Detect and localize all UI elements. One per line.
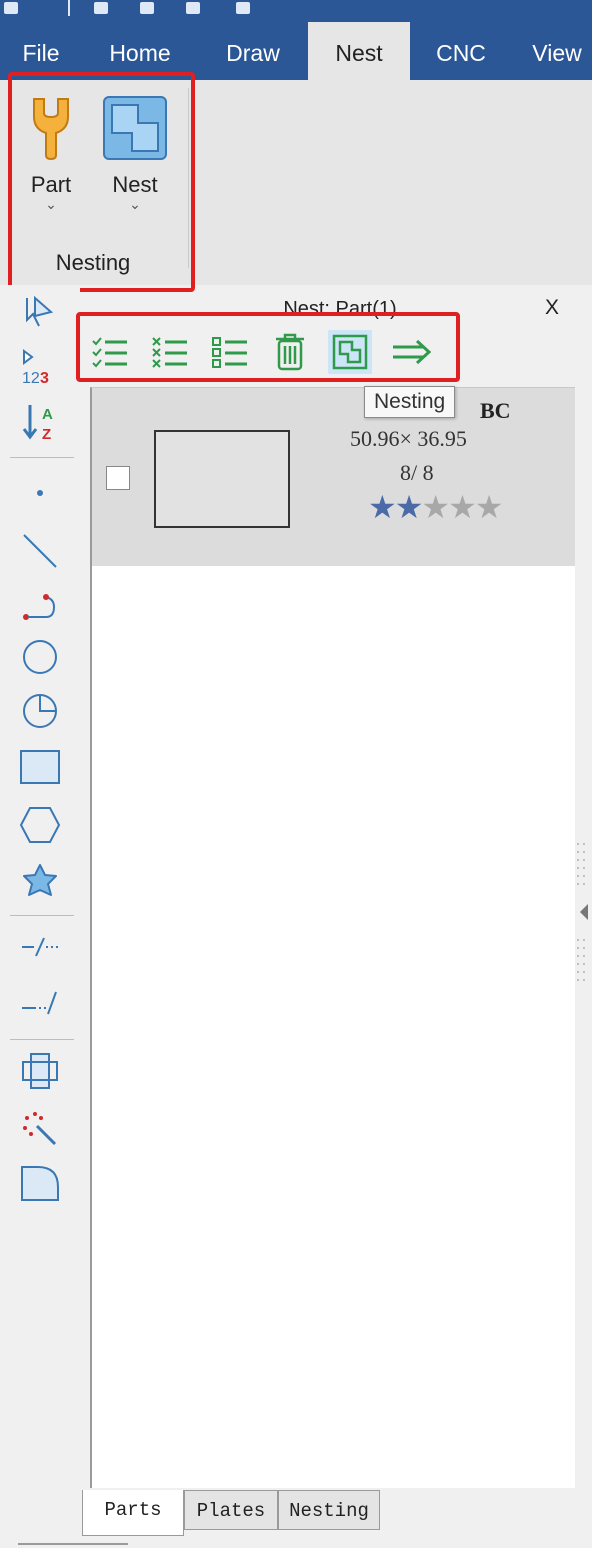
tab-view[interactable]: View [522,22,592,80]
arc-sector-icon[interactable] [18,689,62,733]
part-thumbnail [154,430,290,528]
part-dimensions: 50.96× 36.95 [350,426,467,451]
rectangle-icon[interactable] [18,745,62,789]
rounded-corner-icon[interactable] [18,1161,62,1205]
star-icon: ★ [368,489,397,525]
quick-access-toolbar [0,0,592,22]
break-line-icon[interactable] [18,925,62,969]
tab-parts[interactable]: Parts [82,1490,184,1536]
part-list: BC 50.96× 36.95 8/ 8 ★★★★★ [90,387,575,1488]
part-checkbox[interactable] [106,466,130,490]
new-file-icon[interactable] [94,2,108,14]
svg-text:3: 3 [40,370,49,387]
ribbon-highlight-box [8,72,195,292]
svg-text:12: 12 [22,370,40,387]
part-name: BC [480,398,511,423]
select-arrow-icon[interactable] [18,291,62,335]
splitter-handle[interactable] [574,840,590,990]
tab-nest[interactable]: Nest [308,22,410,80]
magic-wand-icon[interactable] [18,1107,62,1151]
svg-text:Z: Z [42,426,51,443]
list-item[interactable]: BC 50.96× 36.95 8/ 8 ★★★★★ [92,388,575,566]
line-icon[interactable] [18,529,62,573]
toolbar-separator [10,915,74,916]
sort-number-icon[interactable]: 12 3 [18,347,62,391]
star-shape-icon[interactable] [18,861,62,905]
open-file-icon[interactable] [140,2,154,14]
tab-draw[interactable]: Draw [210,22,296,80]
tooltip: Nesting [364,386,456,418]
undo-icon[interactable] [236,2,250,14]
star-icon: ★ [474,489,504,525]
svg-text:A: A [42,406,53,423]
separator [68,0,70,16]
toolbar-separator [10,1039,74,1040]
tab-nesting[interactable]: Nesting [278,1490,380,1530]
panel-toolbar-highlight-box [76,312,460,382]
divider [18,1543,128,1545]
sort-az-icon[interactable]: AZ [18,401,62,445]
priority-rating[interactable]: ★★★★★ [368,488,504,526]
save-file-icon[interactable] [186,2,200,14]
array-icon[interactable] [18,1049,62,1093]
star-icon: ★ [421,489,450,525]
part-count: 8/ 8 [400,460,434,485]
extend-line-icon[interactable] [18,981,62,1025]
polyline-arc-icon[interactable] [18,581,62,625]
quick-access-icon[interactable] [4,2,18,14]
circle-icon[interactable] [18,635,62,679]
close-button[interactable]: X [545,296,559,320]
left-toolbar: 12 3 AZ [0,285,80,1548]
tab-cnc[interactable]: CNC [424,22,498,80]
toolbar-separator [10,457,74,458]
star-icon: ★ [448,489,477,525]
point-icon[interactable] [18,471,62,515]
hexagon-icon[interactable] [18,803,62,847]
tab-plates[interactable]: Plates [184,1490,278,1530]
star-icon: ★ [394,489,424,525]
